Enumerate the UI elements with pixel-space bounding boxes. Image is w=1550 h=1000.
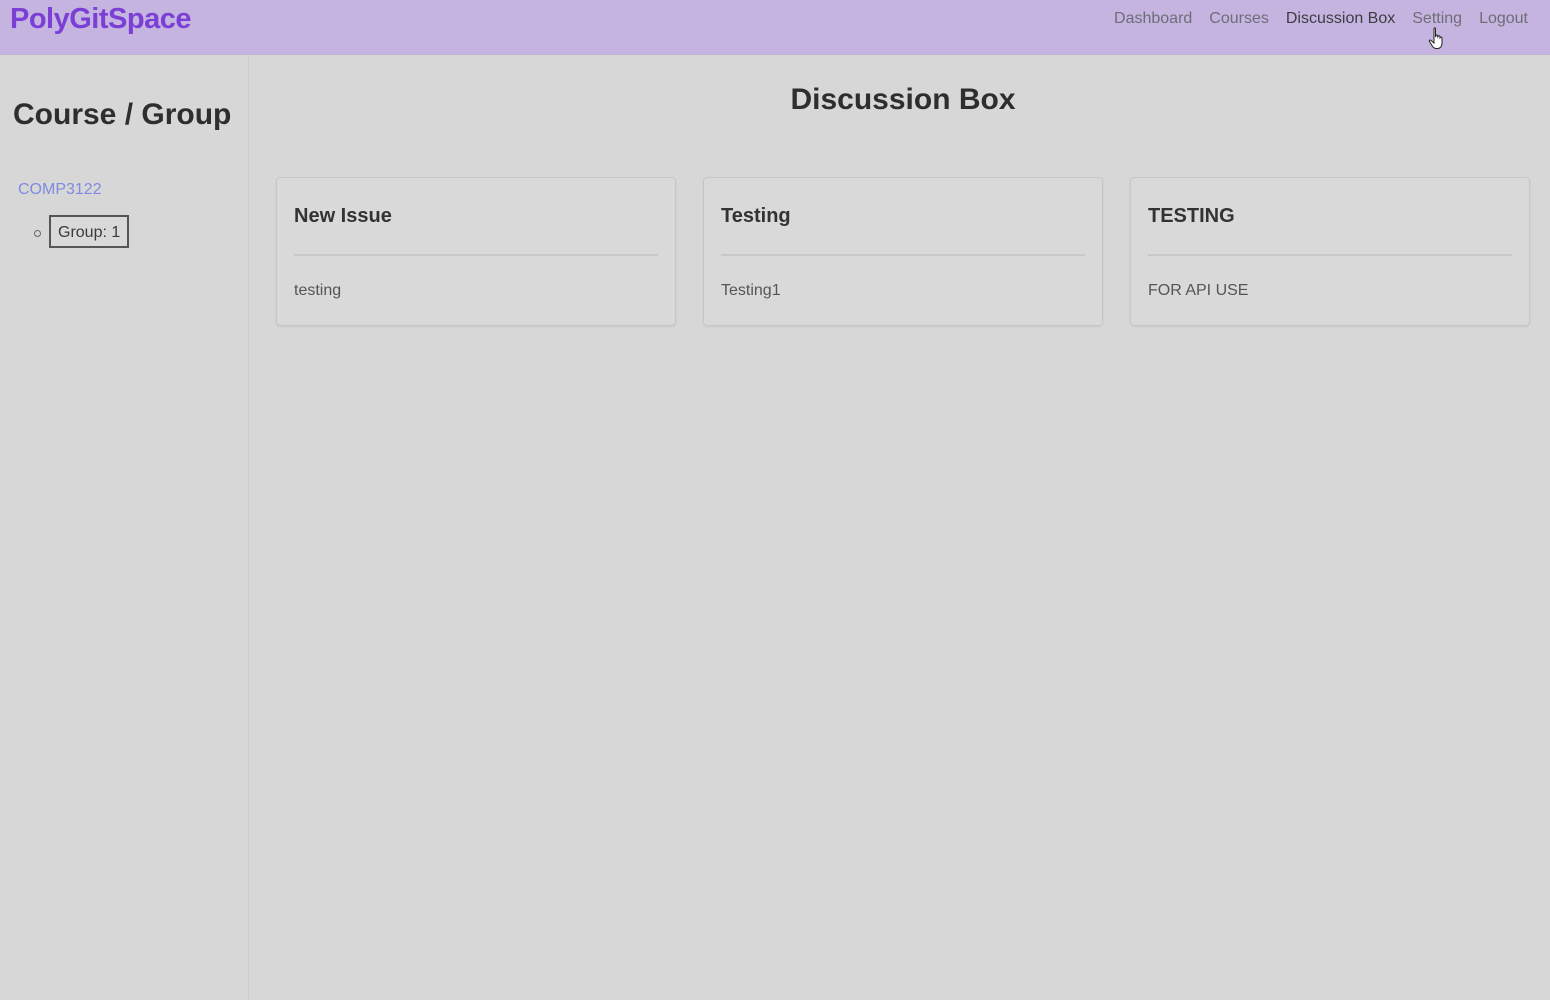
discussion-card[interactable]: Testing Testing1 — [703, 177, 1103, 326]
card-title: New Issue — [294, 205, 392, 227]
nav-logout[interactable]: Logout — [1479, 10, 1528, 28]
discussion-card[interactable]: TESTING FOR API USE — [1130, 177, 1530, 326]
card-body: Testing1 — [721, 282, 781, 299]
card-title: Testing — [721, 205, 791, 227]
nav-courses[interactable]: Courses — [1209, 10, 1269, 28]
hand-pointer-icon — [1428, 27, 1443, 49]
nav-setting[interactable]: Setting — [1412, 10, 1462, 28]
card-divider — [294, 254, 658, 256]
course-link-comp3122[interactable]: COMP3122 — [18, 181, 102, 199]
card-divider — [721, 254, 1085, 256]
sidebar: Course / Group COMP3122 Group: 1 — [0, 56, 249, 1000]
discussion-card[interactable]: New Issue testing — [276, 177, 676, 326]
card-body: FOR API USE — [1148, 282, 1249, 299]
main-content: Discussion Box New Issue testing Testing… — [250, 56, 1550, 1000]
group-1-button[interactable]: Group: 1 — [49, 215, 130, 248]
bullet-icon — [34, 230, 41, 237]
nav-links: Dashboard Courses Discussion Box Setting… — [1114, 10, 1528, 28]
card-title: TESTING — [1148, 205, 1235, 227]
nav-dashboard[interactable]: Dashboard — [1114, 10, 1192, 28]
brand-logo[interactable]: PolyGitSpace — [10, 3, 191, 36]
card-divider — [1148, 254, 1512, 256]
sidebar-title: Course / Group — [13, 98, 232, 131]
nav-discussion-box[interactable]: Discussion Box — [1286, 10, 1395, 28]
card-body: testing — [294, 282, 342, 299]
top-navbar: PolyGitSpace Dashboard Courses Discussio… — [0, 0, 1550, 55]
page-title: Discussion Box — [790, 83, 1016, 116]
